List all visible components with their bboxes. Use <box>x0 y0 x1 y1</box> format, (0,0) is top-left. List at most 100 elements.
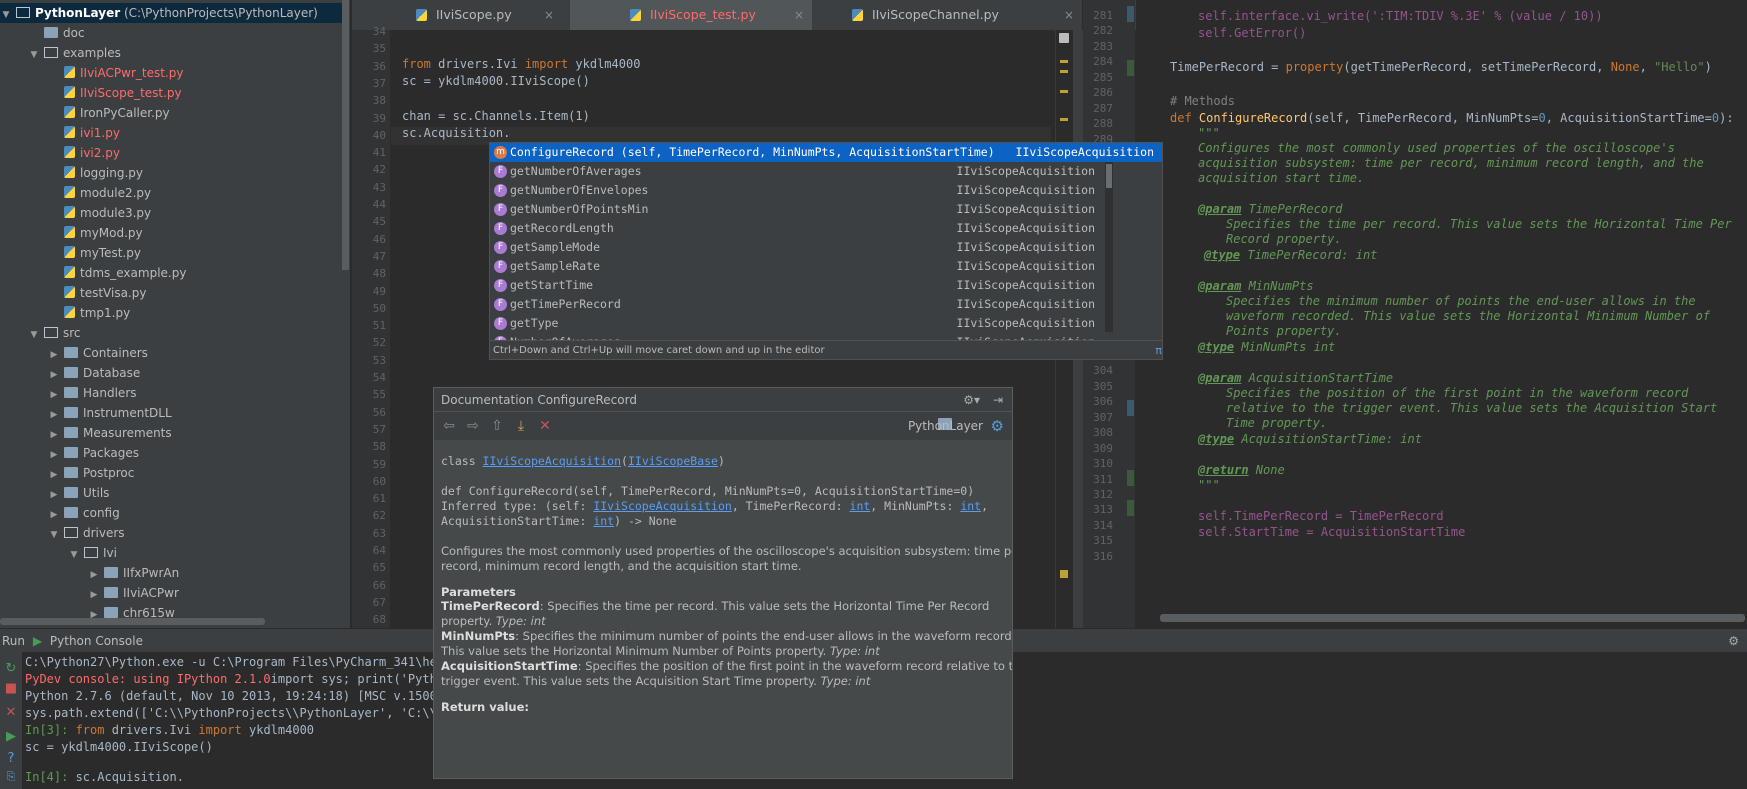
expand-arrow-icon[interactable]: ▶ <box>48 345 60 365</box>
console-input-line[interactable]: In[4]: sc.Acquisition. <box>25 770 184 784</box>
completion-item[interactable]: FgetNumberOfAverages IIviScopeAcquisition <box>490 162 1105 181</box>
gear-icon[interactable]: ⚙ <box>1728 629 1739 653</box>
settings-icon[interactable]: ⚙ <box>991 417 1004 435</box>
expand-arrow-icon[interactable]: ▶ <box>48 425 60 445</box>
tree-item[interactable]: tdms_example.py <box>0 263 186 283</box>
tree-item[interactable]: ivi1.py <box>0 123 120 143</box>
forward-icon[interactable]: ⇨ <box>465 418 481 434</box>
expand-arrow-icon[interactable]: ▶ <box>88 585 100 605</box>
tree-item[interactable]: IronPyCaller.py <box>0 103 170 123</box>
up-icon[interactable]: ⇧ <box>489 418 505 434</box>
console-title[interactable]: Python Console <box>50 634 143 648</box>
completion-scroll-thumb[interactable] <box>1106 164 1112 188</box>
close-tab-icon[interactable]: × <box>794 0 804 30</box>
base-class-link[interactable]: IIviScopeBase <box>628 454 718 468</box>
tree-item[interactable]: tmp1.py <box>0 303 130 323</box>
close-tab-icon[interactable]: × <box>544 0 554 30</box>
tree-item[interactable]: ▼ drivers <box>0 523 125 543</box>
tab-iiviscope-test[interactable]: IIviScope_test.py × <box>570 0 812 30</box>
tree-item[interactable]: myTest.py <box>0 243 141 263</box>
completion-item[interactable]: FgetNumberOfEnvelopes IIviScopeAcquisitio… <box>490 181 1105 200</box>
close-icon[interactable]: ✕ <box>4 706 18 720</box>
warning-mark[interactable] <box>1060 90 1068 93</box>
tree-item[interactable]: ivi2.py <box>0 143 120 163</box>
tab-iiviscopechannel[interactable]: IIviScopeChannel.py × <box>818 0 1082 30</box>
gear-icon[interactable]: ⚙▾ <box>963 388 980 412</box>
tree-item[interactable]: ▼ Ivi <box>0 543 117 563</box>
change-marker[interactable] <box>1127 500 1134 516</box>
completion-item[interactable]: FgetSampleRate IIviScopeAcquisition <box>490 257 1105 276</box>
rerun-icon[interactable]: ↻ <box>4 662 18 676</box>
warning-mark[interactable] <box>1060 70 1068 73</box>
back-icon[interactable]: ⇦ <box>441 418 457 434</box>
change-marker[interactable] <box>1127 400 1134 416</box>
edit-source-icon[interactable]: ⤓ <box>513 418 529 434</box>
tree-item[interactable]: ▼ examples <box>0 43 121 63</box>
right-editor-horizontal-scrollbar[interactable] <box>1160 614 1745 622</box>
type-link[interactable]: int <box>960 499 981 513</box>
change-marker[interactable] <box>1127 470 1134 486</box>
tree-item[interactable]: ▶ Packages <box>0 443 139 463</box>
project-vertical-scrollbar[interactable] <box>342 0 349 270</box>
completion-item[interactable]: FgetSampleMode IIviScopeAcquisition <box>490 238 1105 257</box>
tree-item[interactable]: testVisa.py <box>0 283 146 303</box>
run-icon[interactable]: ▶ <box>33 634 42 648</box>
tree-item[interactable]: IIviACPwr_test.py <box>0 63 183 83</box>
completion-item[interactable]: FgetTimePerRecord IIviScopeAcquisition <box>490 295 1105 314</box>
tab-iiviscope[interactable]: IIviScope.py × <box>402 0 562 30</box>
expand-arrow-icon[interactable]: ▶ <box>48 465 60 485</box>
tree-item[interactable]: ▶ Handlers <box>0 383 137 403</box>
code-editor-right[interactable]: self.interface.vi_write(':TIM:TDIV %.3E'… <box>1136 0 1747 612</box>
expand-arrow-icon[interactable]: ▶ <box>48 385 60 405</box>
expand-arrow-icon[interactable]: ▼ <box>68 545 80 565</box>
tree-item[interactable]: ▶ Utils <box>0 483 110 505</box>
type-link[interactable]: IIviScopeAcquisition <box>593 499 731 513</box>
warning-mark[interactable] <box>1060 118 1068 121</box>
tree-item[interactable]: module2.py <box>0 183 151 203</box>
completion-item[interactable]: FgetNumberOfPointsMin IIviScopeAcquisitio… <box>490 200 1105 219</box>
tree-item[interactable]: ▶ IIfxPwrAn <box>0 563 180 583</box>
console-extra-icon[interactable]: ⎘ <box>4 770 18 784</box>
completion-item[interactable]: FgetStartTime IIviScopeAcquisition <box>490 276 1105 295</box>
tree-item[interactable]: module3.py <box>0 203 151 223</box>
close-icon[interactable]: ✕ <box>537 418 553 434</box>
type-link[interactable]: int <box>850 499 871 513</box>
warning-mark[interactable] <box>1060 570 1068 578</box>
run-label[interactable]: Run <box>2 634 25 648</box>
expand-arrow-icon[interactable]: ▼ <box>0 5 12 25</box>
completion-item[interactable]: m ConfigureRecord (self, TimePerRecord, M… <box>490 143 1162 162</box>
expand-arrow-icon[interactable]: ▶ <box>48 505 60 525</box>
tree-item[interactable]: ▶ InstrumentDLL <box>0 403 172 423</box>
pi-icon[interactable]: π <box>1155 341 1162 359</box>
expand-arrow-icon[interactable]: ▶ <box>48 405 60 425</box>
expand-arrow-icon[interactable]: ▼ <box>28 45 40 65</box>
execute-icon[interactable]: ▶ <box>4 730 18 744</box>
tree-item[interactable]: IIviScope_test.py <box>0 83 182 103</box>
stop-icon[interactable]: ■ <box>4 682 18 696</box>
tree-item[interactable]: logging.py <box>0 163 143 183</box>
expand-arrow-icon[interactable]: ▶ <box>48 365 60 385</box>
inspection-status-icon[interactable] <box>1059 33 1069 43</box>
type-link[interactable]: int <box>593 514 614 528</box>
completion-item[interactable]: FgetType IIviScopeAcquisition <box>490 314 1105 333</box>
completion-item[interactable]: FgetRecordLength IIviScopeAcquisition <box>490 219 1105 238</box>
change-marker[interactable] <box>1127 6 1134 22</box>
project-horizontal-scrollbar[interactable] <box>0 618 265 625</box>
tree-item[interactable]: myMod.py <box>0 223 143 243</box>
close-tab-icon[interactable]: × <box>1064 0 1074 30</box>
tree-root[interactable]: ▼ PythonLayer (C:\PythonProjects\PythonLa… <box>0 3 342 23</box>
change-marker[interactable] <box>1127 60 1134 76</box>
pin-icon[interactable]: ⇥ <box>993 388 1003 412</box>
expand-arrow-icon[interactable]: ▶ <box>48 445 60 465</box>
warning-mark[interactable] <box>1060 60 1068 63</box>
tree-item[interactable]: ▶ config <box>0 503 120 523</box>
tree-item[interactable]: doc <box>0 23 85 43</box>
tree-item[interactable]: ▶ Postproc <box>0 463 135 485</box>
tree-item[interactable]: ▶ IIviACPwr <box>0 583 179 603</box>
expand-arrow-icon[interactable]: ▼ <box>28 325 40 345</box>
tree-item[interactable]: ▶ Measurements <box>0 423 172 443</box>
tree-item[interactable]: ▶ Database <box>0 363 141 385</box>
expand-arrow-icon[interactable]: ▶ <box>48 485 60 505</box>
tree-item[interactable]: ▼ src <box>0 323 81 343</box>
tree-item[interactable]: ▶ Containers <box>0 343 148 363</box>
